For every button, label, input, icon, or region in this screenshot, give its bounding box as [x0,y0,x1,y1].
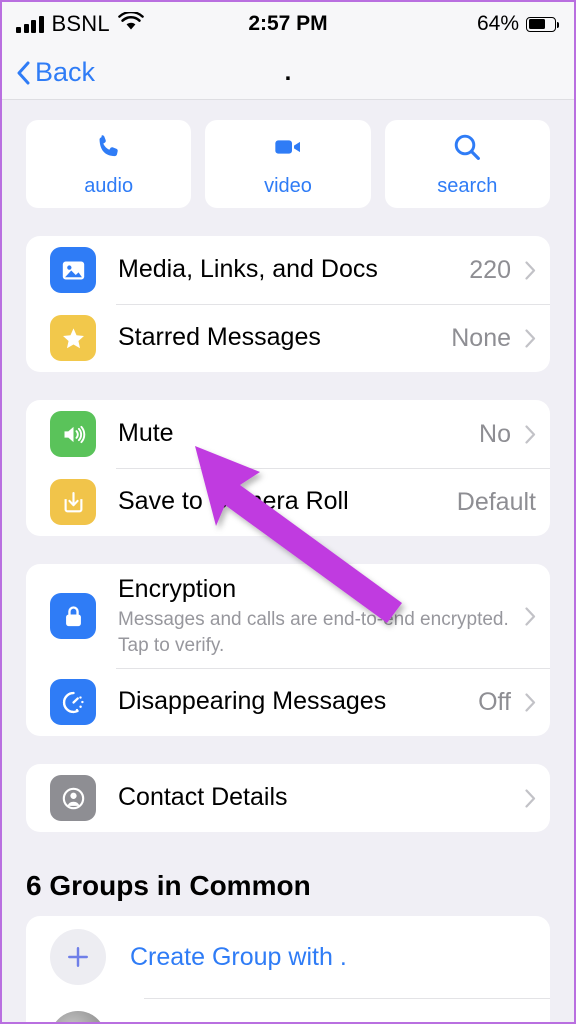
chevron-right-icon [525,328,536,348]
navigation-bar: Back . [2,46,574,100]
search-icon [451,131,483,168]
row-contact-text: Contact Details [118,782,511,813]
notifications-card: Mute No Save to Camera Roll Default [26,400,550,536]
search-label: search [437,174,498,197]
row-starred-messages[interactable]: Starred Messages None [26,304,550,372]
video-camera-icon [272,131,304,168]
video-call-button[interactable]: video [205,120,371,208]
phone-icon [93,131,125,168]
chevron-right-icon [525,788,536,808]
row-title: Starred Messages [118,323,321,352]
row-disappearing-messages[interactable]: Disappearing Messages Off [26,668,550,736]
list-item[interactable]: Men mah [26,998,550,1022]
chevron-left-icon [16,61,30,85]
quick-actions-row: audio video search [26,100,550,208]
row-value: Default [456,487,536,516]
row-disappearing-text: Disappearing Messages [118,686,468,717]
row-value: 220 [469,255,511,284]
photo-icon [50,247,96,293]
lock-icon [50,593,96,639]
groups-section-header: 6 Groups in Common [26,870,311,901]
battery-percent-label: 64% [476,12,519,35]
row-save-to-camera-roll[interactable]: Save to Camera Roll Default [26,468,550,536]
chevron-right-icon [525,260,536,280]
contact-details-card: Contact Details [26,764,550,832]
row-title: Mute [118,419,174,448]
row-title: Media, Links, and Docs [118,255,378,284]
carrier-label: BSNL [51,11,110,36]
row-save-text: Save to Camera Roll [118,486,447,517]
chevron-right-icon [525,424,536,444]
back-label: Back [35,57,96,87]
row-title: Encryption [118,574,237,603]
row-media-links-docs[interactable]: Media, Links, and Docs 220 [26,236,550,304]
audio-call-button[interactable]: audio [26,120,192,208]
row-value: No [479,419,511,448]
settings-scroll-area[interactable]: audio video search Media, Links, and Doc… [2,100,574,1022]
row-media-text: Media, Links, and Docs [118,254,459,285]
speaker-icon [50,411,96,457]
chevron-right-icon [525,692,536,712]
contact-person-icon [50,775,96,821]
status-bar: BSNL 2:57 PM 64% [2,2,574,46]
phone-screen: BSNL 2:57 PM 64% Back . audio video sear… [0,0,576,1024]
row-encryption-text: Encryption Messages and calls are end-to… [118,574,511,659]
search-button[interactable]: search [384,120,550,208]
video-call-label: video [264,174,312,197]
download-icon [50,479,96,525]
battery-icon [526,16,559,32]
row-contact-details[interactable]: Contact Details [26,764,550,832]
encryption-card: Encryption Messages and calls are end-to… [26,564,550,736]
timer-icon [50,679,96,725]
star-icon [50,315,96,361]
create-group-label: Create Group with . [130,942,347,971]
media-card: Media, Links, and Docs 220 Starred Messa… [26,236,550,372]
row-value: None [451,323,511,352]
audio-call-label: audio [84,174,134,197]
row-starred-text: Starred Messages [118,322,441,353]
create-group-button[interactable]: Create Group with . [26,916,550,998]
row-encryption[interactable]: Encryption Messages and calls are end-to… [26,564,550,668]
groups-card: Create Group with . Men mah [26,916,550,1022]
status-bar-right: 64% [476,12,559,36]
signal-strength-icon [16,15,44,33]
back-button[interactable]: Back [16,57,95,88]
row-title: Disappearing Messages [118,687,387,716]
row-mute[interactable]: Mute No [26,400,550,468]
row-mute-text: Mute [118,418,469,449]
row-title: Save to Camera Roll [118,487,349,516]
row-title: Contact Details [118,783,288,812]
wifi-icon [117,10,144,36]
status-bar-left: BSNL [16,10,144,37]
chevron-right-icon [525,606,536,626]
row-value: Off [478,687,511,716]
plus-icon [50,929,106,985]
avatar [50,1011,106,1022]
row-subtitle: Messages and calls are end-to-end encryp… [118,608,509,656]
